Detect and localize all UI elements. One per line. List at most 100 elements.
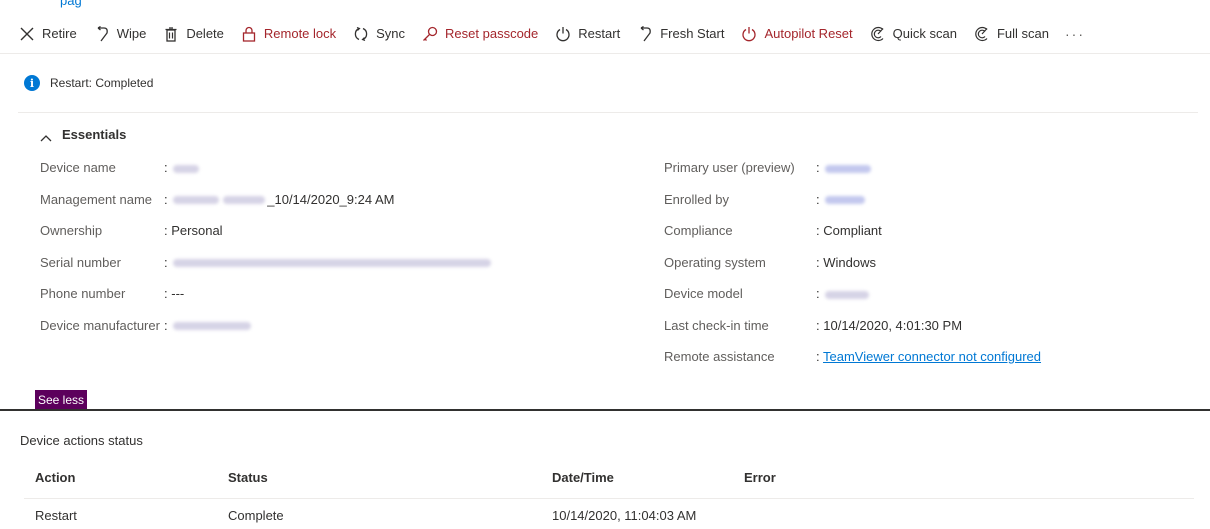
property-label: Serial number [40,254,121,270]
status-notice: i Restart: Completed [24,75,153,91]
command-bar: Retire Wipe Delete Remote lock Sync Rese… [0,14,1210,54]
property-label: Enrolled by [664,191,730,207]
restart-label: Restart [578,26,621,41]
essentials-title: Essentials [62,127,127,142]
property-label: Device manufacturer [40,317,160,333]
property-row: Ownership : Personal [40,223,493,255]
power-icon [740,25,758,43]
property-label: Device name [40,160,116,175]
delete-button[interactable]: Delete [162,20,224,48]
property-row: Compliance : Compliant [664,223,1041,255]
redacted-value [825,290,870,299]
column-header-datetime[interactable]: Date/Time [552,470,614,485]
remote-lock-button[interactable]: Remote lock [240,20,336,48]
more-actions-button[interactable]: ··· [1065,20,1085,48]
property-value: : Personal [164,223,223,238]
redacted-value [173,196,220,205]
fresh-start-icon [636,25,654,43]
property-label: Phone number [40,286,126,301]
column-header-status[interactable]: Status [228,470,268,485]
key-icon [421,25,439,43]
property-row: Remote assistance : TeamViewer connector… [664,349,1041,381]
property-value: : Compliant [816,223,882,238]
property-row: Device name : [40,160,493,192]
property-label: Operating system [664,254,766,270]
property-value: : --- [164,286,185,301]
device-actions-title: Device actions status [20,433,143,448]
sync-icon [352,25,370,43]
quick-scan-label: Quick scan [892,26,957,41]
see-less-button[interactable]: See less [35,390,88,410]
sync-label: Sync [376,26,406,41]
page-top-strip: pag [0,0,1210,10]
table-row[interactable]: Restart Complete 10/14/2020, 11:04:03 AM [0,499,1210,529]
scan-icon [869,25,887,43]
essentials-right-column: Primary user (preview) : Enrolled by : C… [664,160,1041,381]
cell-datetime: 10/14/2020, 11:04:03 AM [552,508,697,523]
reset-passcode-label: Reset passcode [445,26,539,41]
property-value: : [816,192,867,207]
essentials-left-column: Device name : Management name : _10/14/2… [40,160,493,349]
autopilot-reset-label: Autopilot Reset [764,26,853,41]
status-notice-text: Restart: Completed [50,76,154,90]
full-scan-label: Full scan [996,26,1049,41]
scan-icon [973,25,991,43]
property-row: Last check-in time : 10/14/2020, 4:01:30… [664,318,1041,350]
sync-button[interactable]: Sync [352,20,405,48]
section-divider [0,409,1210,411]
property-value: : [164,255,493,270]
redacted-value [173,322,252,331]
property-row: Device model : [664,286,1041,318]
redacted-value [173,259,492,268]
fresh-start-label: Fresh Start [660,26,725,41]
retire-button[interactable]: Retire [18,20,77,48]
property-row: Operating system : Windows [664,255,1041,287]
divider [18,112,1198,113]
trash-icon [162,25,180,43]
cell-status: Complete [228,508,284,523]
autopilot-reset-button[interactable]: Autopilot Reset [740,20,853,48]
property-value: : TeamViewer connector not configured [816,349,1042,364]
delete-label: Delete [186,26,224,41]
property-value: : [816,286,871,301]
property-value: : 10/14/2020, 4:01:30 PM [816,317,963,333]
property-label: Remote assistance [664,349,775,364]
chevron-up-icon [40,130,54,141]
redacted-link-value[interactable] [825,164,872,173]
full-scan-button[interactable]: Full scan [973,20,1049,48]
column-header-error[interactable]: Error [744,470,776,485]
property-row: Primary user (preview) : [664,160,1041,192]
cell-action: Restart [35,508,77,523]
property-row: Management name : _10/14/2020_9:24 AM [40,192,493,224]
property-row: Serial number : [40,255,493,287]
property-row: Device manufacturer : [40,318,493,350]
wipe-button[interactable]: Wipe [93,20,147,48]
table-header: Action Status Date/Time Error [0,460,1210,498]
essentials-toggle[interactable]: Essentials [40,127,126,142]
property-value: : [164,160,201,175]
quick-scan-button[interactable]: Quick scan [869,20,957,48]
wipe-label: Wipe [116,26,147,41]
redacted-value [223,196,266,205]
retire-label: Retire [42,26,77,41]
info-icon: i [24,75,40,91]
redacted-value [173,164,200,173]
redacted-link-value[interactable] [825,196,866,205]
restart-button[interactable]: Restart [554,20,620,48]
reset-passcode-button[interactable]: Reset passcode [421,20,538,48]
property-value: : Windows [816,254,876,270]
property-label: Ownership [40,223,103,238]
clipped-header-fragment: pag [60,0,82,8]
property-label: Compliance [664,223,733,238]
property-label: Primary user (preview) [664,160,795,175]
column-header-action[interactable]: Action [35,470,75,485]
property-value: : [164,318,253,333]
teamviewer-connector-link[interactable]: TeamViewer connector not configured [823,349,1041,364]
property-value: : _10/14/2020_9:24 AM [164,191,395,207]
power-icon [554,25,572,43]
close-icon [18,25,36,43]
property-value: : [816,160,873,175]
fresh-start-button[interactable]: Fresh Start [636,20,724,48]
property-row: Enrolled by : [664,192,1041,224]
wipe-icon [93,25,111,43]
